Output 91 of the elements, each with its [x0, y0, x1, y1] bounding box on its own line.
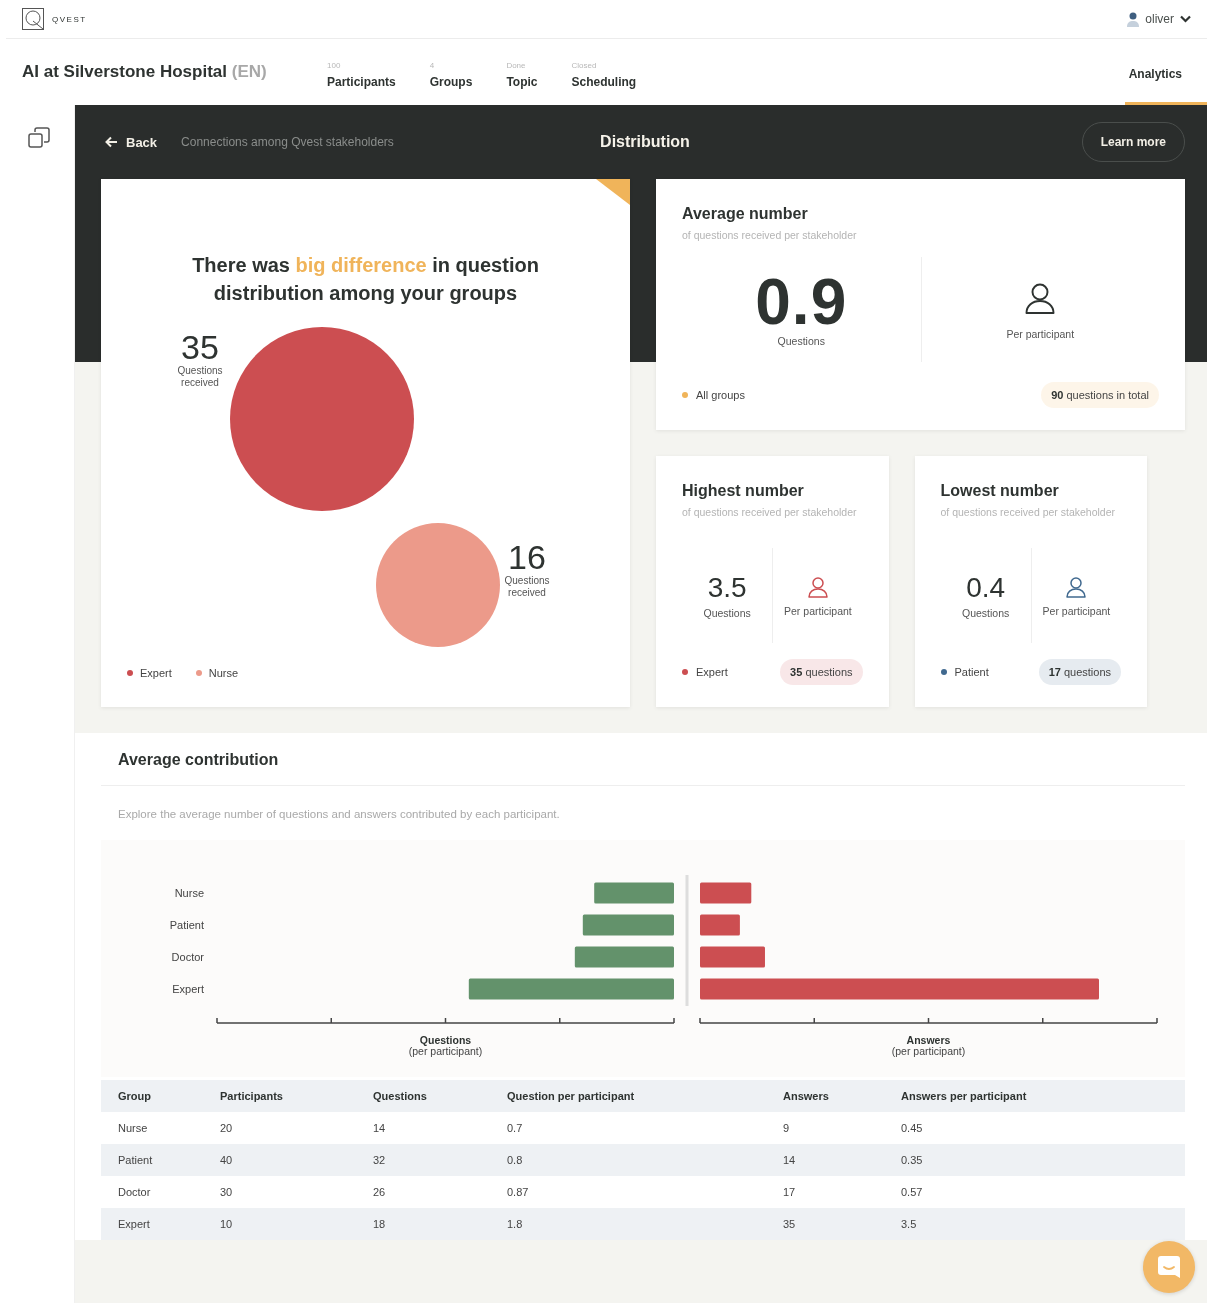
section-title: Average contribution [101, 733, 1185, 786]
user-name[interactable]: oliver [1145, 12, 1174, 26]
arrow-left-icon[interactable] [105, 136, 118, 148]
axis-title: Answers [906, 1034, 951, 1046]
count-badge: 35 questions [780, 659, 863, 685]
table-cell: 0.45 [884, 1112, 1185, 1144]
card-subtitle: of questions received per stakeholder [682, 229, 858, 241]
language-tag: (EN) [231, 62, 267, 81]
column-header: Answers [766, 1080, 884, 1112]
project-title: AI at Silverstone Hospital [22, 62, 227, 81]
stat-link[interactable]: Participants [327, 75, 396, 89]
axis-subtitle: (per participant) [891, 1045, 966, 1057]
category-label: Nurse [174, 887, 204, 899]
stat-value: Done [506, 61, 527, 70]
card-title: Highest number [682, 482, 805, 500]
group-label: Expert [696, 666, 728, 678]
table-cell: 0.57 [884, 1176, 1185, 1208]
column-header: Answers per participant [884, 1080, 1185, 1112]
column-header: Group [101, 1080, 203, 1112]
logo-icon [22, 8, 44, 30]
category-label: Doctor [171, 951, 204, 963]
stat-number: 0.9 [755, 272, 848, 332]
headline: There was big difference in question distribution among your groups [191, 253, 540, 306]
card-title: Average number [682, 205, 809, 223]
table-cell: 0.87 [490, 1176, 766, 1208]
table-cell: 14 [766, 1144, 884, 1176]
stat-caption: Per participant [1006, 327, 1075, 340]
group-label: All groups [696, 389, 745, 401]
column-header: Participants [203, 1080, 356, 1112]
table-cell: 0.8 [490, 1144, 766, 1176]
table-cell: Doctor [101, 1176, 203, 1208]
chevron-down-icon[interactable] [1180, 15, 1191, 23]
breadcrumb-link[interactable]: Connections among Qvest stakeholders [181, 135, 394, 149]
bubble-value: 16 [508, 539, 546, 575]
card-subtitle: of questions received per stakeholder [940, 506, 1117, 518]
card-subtitle: of questions received per stakeholder [682, 506, 858, 518]
legend-label: Nurse [208, 667, 239, 679]
table-cell: 9 [766, 1112, 884, 1144]
section-description: Explore the average number of questions and answers contributed by each participant. [117, 807, 561, 822]
table-cell: 40 [203, 1144, 356, 1176]
stat-caption: Questions [962, 607, 1010, 619]
stat-number: 0.4 [966, 572, 1006, 604]
card-title: Lowest number [940, 482, 1060, 500]
table-cell: 20 [203, 1112, 356, 1144]
table-cell: Nurse [101, 1112, 203, 1144]
table-cell: Patient [101, 1144, 203, 1176]
table-cell: Expert [101, 1208, 203, 1240]
stat-caption: Questions [777, 335, 825, 347]
corner-ribbon [596, 179, 630, 205]
count-badge: 17 questions [1038, 659, 1122, 685]
stat-link[interactable]: Scheduling [571, 75, 637, 89]
column-header: Questions [356, 1080, 490, 1112]
table-cell: 18 [356, 1208, 490, 1240]
brand-name: QVEST [52, 14, 87, 24]
bubble-caption: Questions received [503, 575, 551, 599]
table-cell: 0.35 [884, 1144, 1185, 1176]
table-cell: 3.5 [884, 1208, 1185, 1240]
table-cell: 32 [356, 1144, 490, 1176]
group-label: Patient [954, 666, 989, 678]
stat-caption: Questions [703, 607, 751, 619]
table-cell: 0.7 [490, 1112, 766, 1144]
stat-number: 3.5 [707, 572, 747, 604]
table-cell: 35 [766, 1208, 884, 1240]
axis-subtitle: (per participant) [408, 1045, 483, 1057]
table-cell: 30 [203, 1176, 356, 1208]
back-button[interactable]: Back [105, 134, 158, 150]
stat-value: Closed [571, 61, 598, 70]
category-label: Expert [172, 983, 204, 995]
stat-link[interactable]: Groups [429, 75, 473, 89]
page-title: Distribution [600, 133, 690, 151]
legend-label: Expert [140, 667, 172, 679]
stat-caption: Per participant [1042, 604, 1111, 617]
table-cell: 10 [203, 1208, 356, 1240]
stat-value: 100 [327, 61, 342, 70]
stat-caption: Per participant [784, 604, 852, 617]
person-icon [805, 574, 830, 599]
category-label: Patient [169, 919, 204, 931]
column-header: Question per participant [490, 1080, 766, 1112]
bubble-value: 35 [181, 329, 219, 365]
avatar-icon[interactable] [1127, 11, 1140, 27]
stat-value: 4 [429, 61, 436, 70]
table-cell: 14 [356, 1112, 490, 1144]
person-icon [1064, 574, 1089, 599]
count-badge: 90 questions in total [1041, 382, 1159, 408]
copy-icon[interactable] [28, 127, 50, 149]
stat-link[interactable]: Topic [506, 75, 538, 89]
axis-title: Questions [419, 1034, 472, 1046]
table-cell: 17 [766, 1176, 884, 1208]
bubble-caption: Questions received [176, 365, 224, 389]
table-cell: 26 [356, 1176, 490, 1208]
table-cell: 1.8 [490, 1208, 766, 1240]
